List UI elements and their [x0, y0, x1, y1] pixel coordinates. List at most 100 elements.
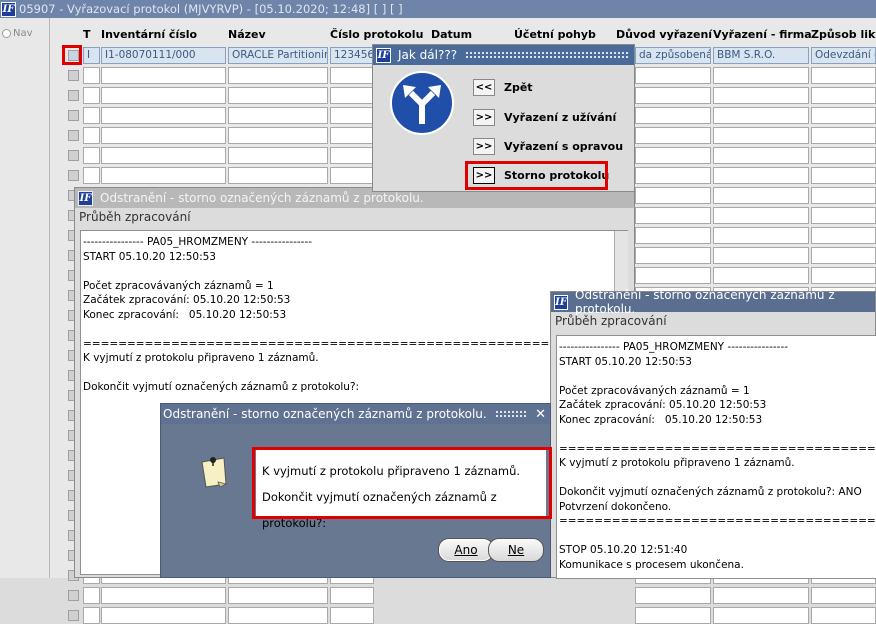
table-cell[interactable]	[330, 607, 374, 624]
table-cell[interactable]	[635, 227, 711, 244]
table-cell[interactable]	[811, 227, 876, 244]
row-checkbox[interactable]	[68, 590, 79, 601]
table-cell[interactable]	[330, 147, 374, 164]
table-cell[interactable]	[811, 147, 876, 164]
table-cell[interactable]	[228, 87, 328, 104]
table-cell[interactable]	[811, 607, 876, 624]
table-cell[interactable]	[713, 147, 809, 164]
table-cell[interactable]	[330, 167, 374, 184]
table-cell[interactable]	[713, 587, 809, 604]
row-checkbox[interactable]	[68, 130, 79, 141]
table-cell[interactable]	[713, 87, 809, 104]
row-checkbox[interactable]	[68, 70, 79, 81]
table-cell[interactable]	[330, 587, 374, 604]
table-cell[interactable]	[811, 207, 876, 224]
table-cell[interactable]	[228, 67, 328, 84]
back-arrow-button[interactable]: <<	[473, 79, 495, 96]
table-cell[interactable]	[101, 67, 226, 84]
table-cell[interactable]	[713, 127, 809, 144]
row-checkbox-selected[interactable]	[68, 50, 79, 61]
table-cell[interactable]	[228, 127, 328, 144]
table-cell[interactable]	[635, 587, 711, 604]
cell-vyrazeni-firma[interactable]: BBM S.R.O.	[713, 47, 809, 64]
table-cell[interactable]	[635, 267, 711, 284]
confirm-titlebar[interactable]: Odstranění - storno označených záznamů z…	[161, 404, 550, 424]
yes-button[interactable]: Ano	[438, 538, 494, 562]
table-cell[interactable]	[635, 247, 711, 264]
menu-zpet[interactable]: << Zpět	[473, 79, 533, 96]
table-cell[interactable]	[635, 67, 711, 84]
cell-t[interactable]: I	[83, 47, 100, 64]
cell-cislo-protokolu[interactable]: 123456	[330, 47, 374, 64]
table-cell[interactable]	[635, 87, 711, 104]
table-cell[interactable]	[811, 187, 876, 204]
table-cell[interactable]	[713, 247, 809, 264]
table-cell[interactable]	[101, 607, 226, 624]
table-cell[interactable]	[713, 167, 809, 184]
table-cell[interactable]	[635, 207, 711, 224]
table-cell[interactable]	[228, 107, 328, 124]
nav-option[interactable]: Nav	[2, 28, 33, 39]
table-cell[interactable]	[101, 87, 226, 104]
row-checkbox[interactable]	[68, 90, 79, 101]
table-cell[interactable]	[713, 67, 809, 84]
table-cell[interactable]	[635, 107, 711, 124]
table-cell[interactable]	[811, 87, 876, 104]
table-cell[interactable]	[713, 267, 809, 284]
cell-nazev[interactable]: ORACLE Partitionin	[228, 47, 328, 64]
table-cell[interactable]	[228, 167, 328, 184]
table-cell[interactable]	[713, 227, 809, 244]
table-cell[interactable]	[635, 187, 711, 204]
table-cell[interactable]	[83, 127, 100, 144]
table-cell[interactable]	[83, 587, 100, 604]
table-cell[interactable]	[713, 207, 809, 224]
table-cell[interactable]	[330, 67, 374, 84]
row-checkbox[interactable]	[68, 150, 79, 161]
no-button[interactable]: Ne	[488, 538, 544, 562]
cell-duvod-vyrazeni[interactable]: da způsobená	[635, 47, 711, 64]
table-cell[interactable]	[330, 107, 374, 124]
close-icon[interactable]: ✕	[535, 407, 550, 422]
table-cell[interactable]	[811, 127, 876, 144]
table-cell[interactable]	[713, 107, 809, 124]
table-cell[interactable]	[635, 607, 711, 624]
table-cell[interactable]	[83, 107, 100, 124]
forward-arrow-button[interactable]: >>	[473, 167, 495, 184]
table-cell[interactable]	[811, 167, 876, 184]
forward-arrow-button[interactable]: >>	[473, 138, 495, 155]
table-cell[interactable]	[101, 127, 226, 144]
table-cell[interactable]	[635, 167, 711, 184]
table-cell[interactable]	[811, 247, 876, 264]
table-cell[interactable]	[811, 107, 876, 124]
jak-dal-titlebar[interactable]: IF Jak dál???	[373, 45, 634, 65]
table-cell[interactable]	[811, 67, 876, 84]
table-cell[interactable]	[83, 87, 100, 104]
row-checkbox[interactable]	[68, 170, 79, 181]
menu-storno-protokolu[interactable]: >> Storno protokolu	[473, 167, 609, 184]
table-cell[interactable]	[330, 127, 374, 144]
log-dialog-2-titlebar[interactable]: IF Odstranění - storno označených záznam…	[551, 288, 875, 316]
table-cell[interactable]	[635, 127, 711, 144]
table-cell[interactable]	[228, 147, 328, 164]
table-cell[interactable]	[635, 147, 711, 164]
table-cell[interactable]	[101, 107, 226, 124]
table-cell[interactable]	[83, 607, 100, 624]
table-cell[interactable]	[330, 87, 374, 104]
table-cell[interactable]	[101, 167, 226, 184]
table-cell[interactable]	[811, 267, 876, 284]
forward-arrow-button[interactable]: >>	[473, 109, 495, 126]
cell-inventarni-cislo[interactable]: I1-08070111/000	[101, 47, 226, 64]
table-cell[interactable]	[811, 587, 876, 604]
table-cell[interactable]	[101, 587, 226, 604]
cell-zpusob-likvidace[interactable]: Odevzdání d	[811, 47, 876, 64]
row-checkbox[interactable]	[68, 610, 79, 621]
menu-vyrazeni-z-uzivani[interactable]: >> Vyřazení z užívání	[473, 109, 616, 126]
table-cell[interactable]	[101, 147, 226, 164]
menu-vyrazeni-s-opravou[interactable]: >> Vyřazení s opravou	[473, 138, 623, 155]
table-cell[interactable]	[228, 587, 328, 604]
table-cell[interactable]	[83, 167, 100, 184]
row-checkbox[interactable]	[68, 110, 79, 121]
table-cell[interactable]	[228, 607, 328, 624]
table-cell[interactable]	[83, 67, 100, 84]
table-cell[interactable]	[713, 187, 809, 204]
